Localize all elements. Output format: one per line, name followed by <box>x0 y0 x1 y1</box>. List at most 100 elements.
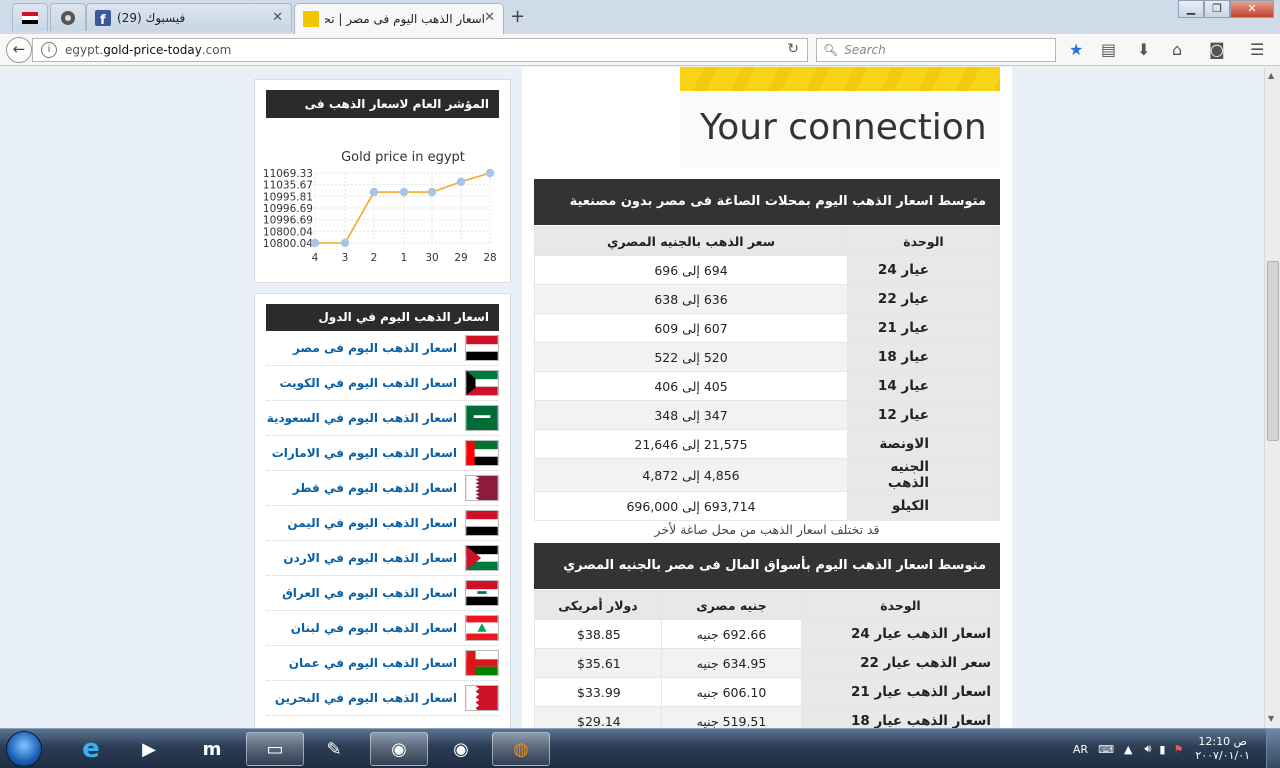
country-link[interactable]: اسعار الذهب اليوم في عمان <box>289 656 457 670</box>
country-link[interactable]: اسعار الذهب اليوم في الاردن <box>283 551 457 565</box>
show-hidden-icons[interactable]: ▲ <box>1124 743 1132 756</box>
notepad-icon[interactable]: ✎ <box>305 732 363 766</box>
markets-section-title: متوسط اسعار الذهب اليوم بأسواق المال فى … <box>534 543 1000 589</box>
language-indicator[interactable]: AR <box>1073 743 1088 756</box>
country-row-saudi[interactable]: اسعار الذهب اليوم في السعودية <box>266 401 499 436</box>
chrome-icon[interactable]: ◉ <box>370 732 428 766</box>
show-desktop-button[interactable] <box>1266 729 1280 768</box>
unit-cell: عيار 12 <box>847 400 1000 430</box>
scroll-down-icon[interactable]: ▼ <box>1268 714 1274 723</box>
ie-icon[interactable]: e <box>62 732 120 766</box>
egypt-flag-icon <box>22 11 38 24</box>
unit-cell: عيار 21 <box>847 313 1000 343</box>
close-window-button[interactable]: ✕ <box>1230 0 1274 18</box>
pocket-icon[interactable]: ◙ <box>1209 40 1225 59</box>
country-link[interactable]: اسعار الذهب اليوم فى مصر <box>293 341 457 355</box>
reload-icon[interactable]: ↻ <box>787 41 799 57</box>
country-link[interactable]: اسعار الذهب اليوم في الكويت <box>279 376 457 390</box>
window-controls: ▁ ❐ ✕ <box>1178 0 1274 18</box>
windows-taskbar: e ▶ m ▭ ✎ ◉ ◉ ◍ AR ⌨ ▲ 🔊︎ ▮ ⚑ ص 12:10 ٢٠… <box>0 728 1280 768</box>
menu-icon[interactable]: ☰ <box>1250 40 1264 59</box>
country-row-egypt[interactable]: اسعار الذهب اليوم فى مصر <box>266 331 499 366</box>
clock-date: ٢٠٠٧/٠١/٠١ <box>1195 749 1250 762</box>
country-link[interactable]: اسعار الذهب اليوم في اليمن <box>287 516 457 530</box>
table-row: اسعار الذهب عيار 24 692.66 جنيه $38.85 <box>534 619 1000 649</box>
advertisement: Your connection <box>680 67 1000 167</box>
countries-panel: اسعار الذهب اليوم في الدول العربية اسعار… <box>254 293 511 728</box>
chrome-icon-2[interactable]: ◉ <box>432 732 490 766</box>
unit-cell: عيار 18 <box>847 342 1000 372</box>
egypt-flag-icon <box>465 335 499 361</box>
uae-flag-icon <box>465 440 499 466</box>
price-cell: 693,714 إلى 696,000 <box>534 491 848 521</box>
firefox-icon[interactable]: ◍ <box>492 732 550 766</box>
country-row-jordan[interactable]: اسعار الذهب اليوم في الاردن <box>266 541 499 576</box>
price-cell: 347 إلى 348 <box>534 400 848 430</box>
home-icon[interactable]: ⌂ <box>1172 40 1182 59</box>
tab-gold-price[interactable]: اسعار الذهب اليوم فى مصر | تحديث ✕ <box>294 3 504 34</box>
vertical-scrollbar[interactable]: ▲ ▼ <box>1264 67 1280 728</box>
table-row: عيار 14 405 إلى 406 <box>534 371 1000 401</box>
price-cell: 4,856 إلى 4,872 <box>534 458 848 492</box>
facebook-icon: f <box>95 9 111 26</box>
minimize-button[interactable]: ▁ <box>1178 0 1204 18</box>
x-tick-label: 1 <box>401 252 408 264</box>
scrollbar-thumb[interactable] <box>1267 261 1279 441</box>
url-bar[interactable]: i egypt. gold-price-today .com ↻ <box>32 38 808 62</box>
keyboard-icon[interactable]: ⌨ <box>1098 743 1114 756</box>
country-link[interactable]: اسعار الذهب اليوم في لبنان <box>291 621 457 635</box>
close-tab-icon[interactable]: ✕ <box>484 10 495 25</box>
info-icon[interactable]: i <box>41 42 57 58</box>
saudi-flag-icon <box>465 405 499 431</box>
countries-panel-title: اسعار الذهب اليوم في الدول العربية <box>266 304 499 351</box>
country-row-bahrain[interactable]: اسعار الذهب اليوم في البحرين <box>266 681 499 716</box>
tab-facebook[interactable]: f فيسبوك (29) ✕ <box>86 3 292 31</box>
country-link[interactable]: اسعار الذهب اليوم في العراق <box>282 586 457 600</box>
search-input[interactable]: 🔍︎ Search <box>816 38 1056 62</box>
network-icon[interactable]: ▮ <box>1159 743 1165 756</box>
country-row-yemen[interactable]: اسعار الذهب اليوم في اليمن <box>266 506 499 541</box>
country-link[interactable]: اسعار الذهب اليوم في السعودية <box>267 411 457 425</box>
reading-list-icon[interactable]: ▤ <box>1101 40 1116 59</box>
maxthon-icon[interactable]: m <box>183 732 241 766</box>
maximize-button[interactable]: ❐ <box>1204 0 1230 18</box>
country-row-kuwait[interactable]: اسعار الذهب اليوم في الكويت <box>266 366 499 401</box>
download-icon[interactable]: ⬇ <box>1137 40 1150 59</box>
unit-cell: الجنيه الذهب <box>847 458 1000 492</box>
egp-cell: 692.66 جنيه <box>661 619 802 649</box>
tab-pinned-shield[interactable] <box>50 3 86 31</box>
url-suffix: .com <box>201 43 232 57</box>
table-row: الكيلو 693,714 إلى 696,000 <box>534 491 1000 521</box>
country-link[interactable]: اسعار الذهب اليوم في البحرين <box>275 691 457 705</box>
country-link[interactable]: اسعار الذهب اليوم في قطر <box>293 481 457 495</box>
gold-price-chart: Gold price in egypt 11069.3311035.6710995… <box>263 150 497 264</box>
data-point <box>340 238 350 248</box>
x-tick-label: 29 <box>454 252 467 264</box>
usd-cell: $33.99 <box>534 677 662 707</box>
country-row-qatar[interactable]: اسعار الذهب اليوم في قطر <box>266 471 499 506</box>
country-link[interactable]: اسعار الذهب اليوم في الامارات <box>272 446 457 460</box>
start-button[interactable] <box>6 731 42 767</box>
unit-cell: الاونصة <box>847 429 1000 459</box>
explorer-icon[interactable]: ▭ <box>246 732 304 766</box>
table-row: اسعار الذهب عيار 21 606.10 جنيه $33.99 <box>534 677 1000 707</box>
lebanon-flag-icon <box>465 615 499 641</box>
country-row-lebanon[interactable]: اسعار الذهب اليوم في لبنان <box>266 611 499 646</box>
scroll-up-icon[interactable]: ▲ <box>1268 71 1274 80</box>
bookmark-star-icon[interactable]: ★ <box>1069 40 1083 59</box>
clock[interactable]: ص 12:10 ٢٠٠٧/٠١/٠١ <box>1195 735 1250 763</box>
media-player-icon[interactable]: ▶ <box>120 732 178 766</box>
new-tab-button[interactable]: + <box>510 6 525 27</box>
gold-square-icon <box>303 11 319 27</box>
country-row-oman[interactable]: اسعار الذهب اليوم في عمان <box>266 646 499 681</box>
tab-strip: f فيسبوك (29) ✕ اسعار الذهب اليوم فى مصر… <box>0 0 1280 34</box>
action-center-icon[interactable]: ⚑ <box>1173 743 1183 756</box>
back-button[interactable]: ← <box>6 37 32 63</box>
volume-icon[interactable]: 🔊︎ <box>1144 742 1151 756</box>
price-cell: 520 إلى 522 <box>534 342 848 372</box>
country-row-iraq[interactable]: اسعار الذهب اليوم في العراق <box>266 576 499 611</box>
country-row-uae[interactable]: اسعار الذهب اليوم في الامارات <box>266 436 499 471</box>
close-tab-icon[interactable]: ✕ <box>272 10 283 25</box>
tab-pinned-egypt[interactable] <box>12 3 48 31</box>
price-cell: 607 إلى 609 <box>534 313 848 343</box>
